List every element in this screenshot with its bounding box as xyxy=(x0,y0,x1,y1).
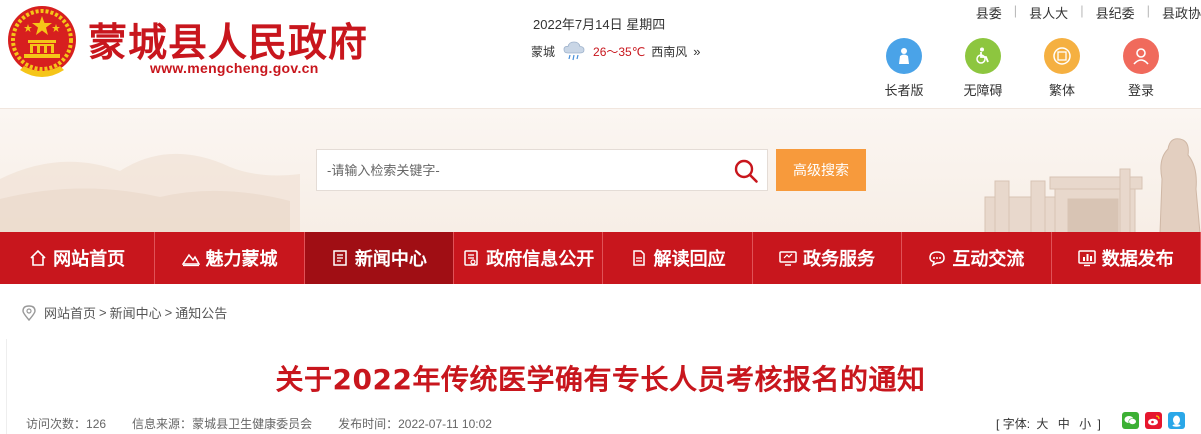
top-link-cppcc[interactable]: 县政协 xyxy=(1162,3,1201,22)
breadcrumb-notices[interactable]: 通知公告 xyxy=(175,303,227,322)
font-size-small[interactable]: 小 xyxy=(1079,417,1091,431)
top-link-county-committee[interactable]: 县委 xyxy=(976,3,1002,22)
weather-city: 蒙城 xyxy=(531,44,556,59)
tool-traditional-chinese[interactable]: 繁体 xyxy=(1024,38,1100,99)
view-count: 访问次数：126 xyxy=(26,417,107,431)
search-banner: 高级搜索 xyxy=(0,108,1201,232)
nav-item-gov-services[interactable]: 政务服务 xyxy=(753,232,903,284)
breadcrumb-separator: > xyxy=(99,305,107,320)
rain-cloud-icon xyxy=(563,41,585,61)
document-icon xyxy=(464,250,479,266)
current-date: 2022年7月14日 星期四 xyxy=(533,17,666,32)
advanced-search-button[interactable]: 高级搜索 xyxy=(776,149,866,191)
nav-item-data-release[interactable]: 数据发布 xyxy=(1052,232,1201,284)
traditional-chinese-icon xyxy=(1044,38,1080,74)
nav-item-news-center[interactable]: 新闻中心 xyxy=(304,232,455,284)
nav-item-label: 新闻中心 xyxy=(354,249,427,269)
tool-accessibility[interactable]: 无障碍 xyxy=(945,38,1021,99)
tool-label: 长者版 xyxy=(884,83,924,98)
weather-temperature: 26～35℃ xyxy=(593,44,646,59)
font-size-control: [ 字体: 大 中 小 ] xyxy=(996,417,1101,431)
weather-wind: 西南风 xyxy=(651,44,688,59)
home-icon xyxy=(30,249,46,266)
top-link-peoples-congress[interactable]: 县人大 xyxy=(1029,3,1068,22)
tool-register[interactable]: 注册 xyxy=(1182,38,1201,99)
breadcrumb-news-center[interactable]: 新闻中心 xyxy=(110,303,162,322)
qq-share-icon[interactable] xyxy=(1168,412,1185,429)
breadcrumb-home[interactable]: 网站首页 xyxy=(44,303,96,322)
site-header: 蒙城县人民政府 www.mengcheng.gov.cn 2022年7月14日 … xyxy=(0,0,1201,108)
nav-item-gov-info[interactable]: 政府信息公开 xyxy=(454,232,604,284)
weibo-share-icon[interactable] xyxy=(1145,412,1162,429)
monitor-icon xyxy=(779,251,797,266)
nav-item-label: 政府信息公开 xyxy=(486,249,595,269)
tool-label: 无障碍 xyxy=(963,83,1003,98)
search-input[interactable] xyxy=(327,150,727,190)
font-size-label: 字体: xyxy=(1002,417,1031,431)
top-links: 县委 | 县人大 | 县纪委 | 县政协 xyxy=(976,3,1201,22)
chart-icon xyxy=(1078,250,1096,267)
news-icon xyxy=(333,250,347,266)
font-size-large[interactable]: 大 xyxy=(1036,417,1048,431)
main-nav: 网站首页 魅力蒙城 新闻中心 政府信息公开 解读回应 政务服务 互动交流 数据发… xyxy=(0,232,1201,284)
elder-icon xyxy=(886,38,922,74)
tool-label: 登录 xyxy=(1127,83,1154,98)
nav-item-home[interactable]: 网站首页 xyxy=(0,232,156,284)
search-icon[interactable] xyxy=(733,158,759,184)
font-size-medium[interactable]: 中 xyxy=(1058,417,1070,431)
article-title: 关于2022年传统医学确有专长人员考核报名的通知 xyxy=(275,363,926,396)
file-icon xyxy=(632,250,645,266)
user-icon xyxy=(1123,38,1159,74)
top-link-discipline-commission[interactable]: 县纪委 xyxy=(1096,3,1135,22)
tool-label: 繁体 xyxy=(1048,83,1075,98)
nav-item-interpretation[interactable]: 解读回应 xyxy=(603,232,753,284)
nav-item-label: 解读回应 xyxy=(653,249,726,269)
weather-more-link[interactable]: » xyxy=(693,44,700,59)
search-box xyxy=(316,149,768,191)
chat-icon xyxy=(929,251,946,267)
tool-login[interactable]: 登录 xyxy=(1103,38,1179,99)
accessibility-tools: 长者版 无障碍 繁体 登录 注册 xyxy=(866,38,1201,99)
wechat-share-icon[interactable] xyxy=(1122,412,1139,429)
tool-elder-version[interactable]: 长者版 xyxy=(866,38,942,99)
breadcrumb: 网站首页 > 新闻中心 > 通知公告 xyxy=(6,285,1201,339)
nav-item-label: 政务服务 xyxy=(803,249,876,269)
info-source: 信息来源：蒙城县卫生健康委员会 xyxy=(132,417,313,431)
nav-item-charm-mengcheng[interactable]: 魅力蒙城 xyxy=(155,232,305,284)
share-buttons xyxy=(1122,412,1185,429)
mountain-icon xyxy=(181,253,200,267)
nav-item-label: 互动交流 xyxy=(952,249,1025,269)
national-emblem-icon xyxy=(8,6,76,77)
site-url: www.mengcheng.gov.cn xyxy=(150,60,319,76)
weather-widget: 蒙城 26～35℃ 西南风 » xyxy=(531,40,700,62)
nav-item-label: 网站首页 xyxy=(53,249,126,269)
nav-item-label: 数据发布 xyxy=(1101,249,1174,269)
location-pin-icon xyxy=(22,304,36,321)
nav-item-label: 魅力蒙城 xyxy=(205,249,278,269)
divider: | xyxy=(1013,3,1018,18)
publish-time: 发布时间：2022-07-11 10:02 xyxy=(338,417,492,431)
wheelchair-icon xyxy=(965,38,1001,74)
divider: | xyxy=(1146,3,1150,18)
breadcrumb-separator: > xyxy=(164,305,173,320)
divider: | xyxy=(1080,3,1084,18)
nav-item-interaction[interactable]: 互动交流 xyxy=(902,232,1052,284)
article-meta: 访问次数：126 信息来源：蒙城县卫生健康委员会 发布时间：2022-07-11… xyxy=(26,415,492,432)
